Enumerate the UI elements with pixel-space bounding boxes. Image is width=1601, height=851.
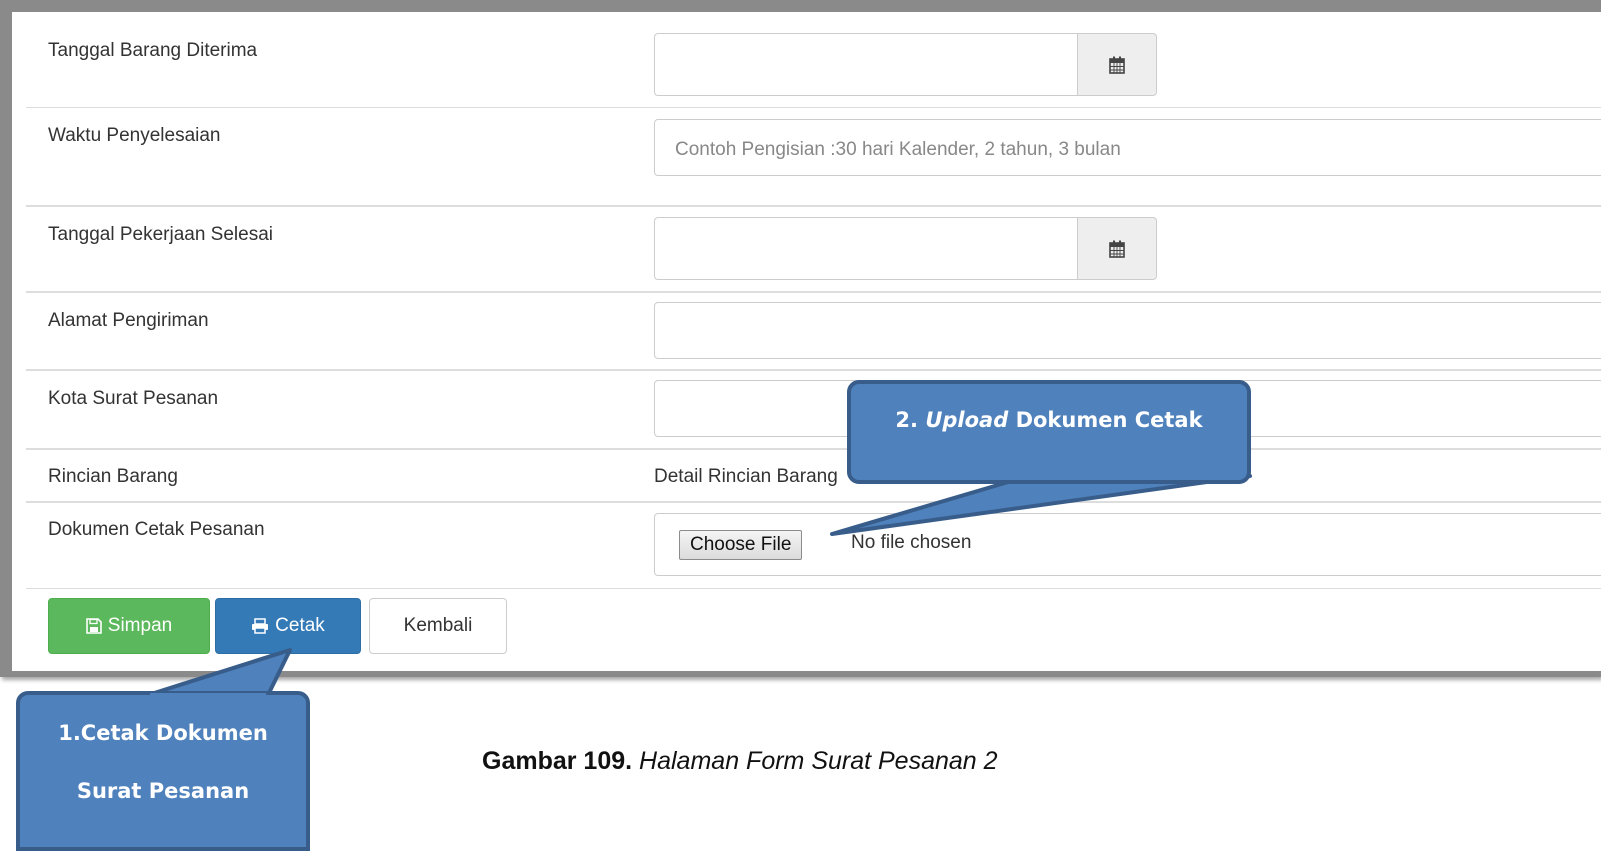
callout-upload-dokumen: 2. Upload Dokumen Cetak	[847, 380, 1251, 484]
callout-1-seam	[150, 693, 266, 703]
callout-2-number: 2.	[895, 408, 919, 432]
callout-1-line2: Surat Pesanan	[76, 779, 250, 803]
callout-2-seam	[1018, 470, 1233, 480]
caption-number: Gambar 109.	[482, 747, 633, 775]
callout-2-pointer	[830, 474, 1252, 536]
callout-1-line1: 1.Cetak Dokumen	[58, 721, 268, 745]
figure-caption: Gambar 109. Halaman Form Surat Pesanan 2	[482, 747, 998, 776]
callout-2-italic: Upload	[925, 408, 1009, 432]
caption-title: Halaman Form Surat Pesanan 2	[639, 747, 998, 775]
callout-2-rest: Dokumen Cetak	[1015, 408, 1203, 432]
callout-cetak-dokumen: 1.Cetak Dokumen Surat Pesanan	[16, 691, 310, 851]
callout-1-pointer	[146, 648, 292, 697]
